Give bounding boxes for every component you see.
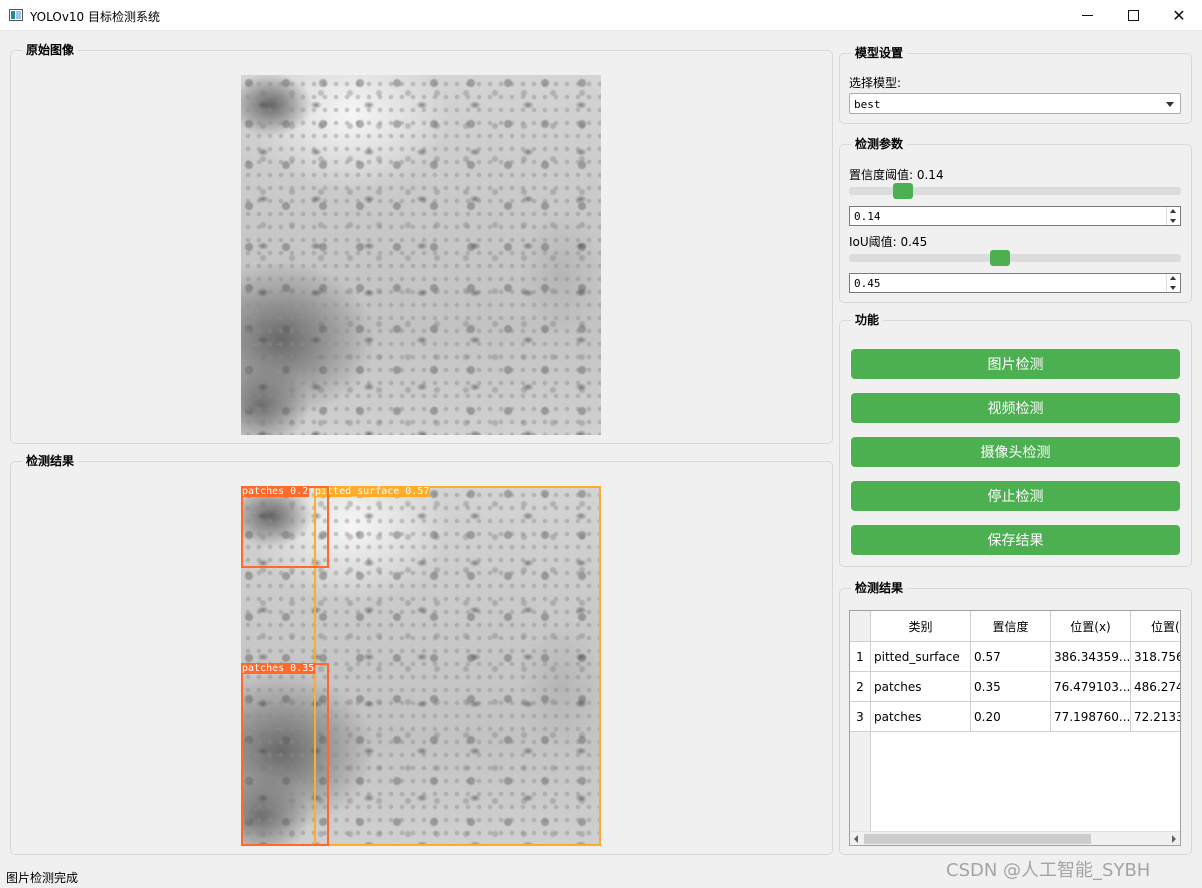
- spin-down-icon[interactable]: [1170, 219, 1176, 223]
- iou-slider[interactable]: [849, 254, 1181, 262]
- model-select-value: best: [854, 98, 881, 111]
- chevron-down-icon: [1166, 102, 1174, 107]
- camera-detect-button[interactable]: 摄像头检测: [851, 437, 1180, 467]
- confidence-slider-handle[interactable]: [893, 183, 913, 199]
- table-cell-x[interactable]: 76.479103...: [1051, 672, 1131, 702]
- table-cell-class[interactable]: patches: [871, 702, 971, 732]
- table-cell-class[interactable]: pitted_surface: [871, 642, 971, 672]
- iou-slider-handle[interactable]: [990, 250, 1010, 266]
- original-image-title: 原始图像: [22, 43, 79, 58]
- iou-spinbox[interactable]: 0.45: [849, 273, 1181, 293]
- bbox-patches-bottom: patches 0.35: [241, 663, 329, 846]
- confidence-spinbox-value: 0.14: [854, 210, 881, 223]
- table-cell-class[interactable]: patches: [871, 672, 971, 702]
- table-cell-confidence[interactable]: 0.35: [971, 672, 1051, 702]
- scroll-right-icon[interactable]: [1172, 835, 1176, 843]
- model-select[interactable]: best: [849, 93, 1181, 114]
- model-settings-title: 模型设置: [851, 46, 908, 61]
- bbox-label: pitted_surface 0.57: [314, 486, 431, 497]
- original-image-panel: 原始图像: [10, 43, 833, 444]
- column-header-confidence[interactable]: 置信度: [971, 611, 1051, 642]
- status-text: 图片检测完成: [6, 871, 79, 885]
- window-title: YOLOv10 目标检测系统: [30, 10, 161, 24]
- spin-up-icon[interactable]: [1170, 276, 1176, 280]
- maximize-button[interactable]: [1110, 0, 1156, 31]
- column-header-y[interactable]: 位置(y: [1131, 611, 1180, 642]
- detection-result-panel: 检测结果 pitted_surface 0.57 patches 0.2 pat…: [10, 454, 833, 855]
- table-cell-y[interactable]: 72.21333: [1131, 702, 1180, 732]
- results-table-title: 检测结果: [851, 581, 908, 596]
- close-icon: ✕: [1172, 6, 1186, 25]
- iou-spinbox-value: 0.45: [854, 277, 881, 290]
- table-cell-y[interactable]: 486.2747: [1131, 672, 1180, 702]
- iou-label: IoU阈值: 0.45: [849, 235, 928, 249]
- confidence-label: 置信度阈值: 0.14: [849, 168, 944, 182]
- scroll-left-icon[interactable]: [854, 835, 858, 843]
- row-number[interactable]: 3: [850, 702, 871, 732]
- image-detect-button[interactable]: 图片检测: [851, 349, 1180, 379]
- close-button[interactable]: ✕: [1156, 0, 1202, 31]
- confidence-spinbox[interactable]: 0.14: [849, 206, 1181, 226]
- confidence-spin-buttons[interactable]: [1166, 207, 1180, 225]
- column-header-x[interactable]: 位置(x): [1051, 611, 1131, 642]
- save-results-button[interactable]: 保存结果: [851, 525, 1180, 555]
- row-header-gutter: [850, 732, 871, 832]
- model-select-label: 选择模型:: [849, 76, 902, 90]
- bbox-patches-top: patches 0.2: [241, 486, 329, 568]
- stop-detect-button[interactable]: 停止检测: [851, 481, 1180, 511]
- row-number[interactable]: 1: [850, 642, 871, 672]
- video-detect-button[interactable]: 视频检测: [851, 393, 1180, 423]
- original-image: [241, 75, 601, 435]
- bbox-label: patches 0.35: [241, 663, 316, 674]
- result-image: pitted_surface 0.57 patches 0.2 patches …: [241, 486, 601, 846]
- detection-params-title: 检测参数: [851, 137, 908, 152]
- table-cell-x[interactable]: 77.198760...: [1051, 702, 1131, 732]
- detection-result-title: 检测结果: [22, 454, 79, 469]
- maximize-icon: [1127, 10, 1139, 21]
- table-cell-x[interactable]: 386.34359...: [1051, 642, 1131, 672]
- scrollbar-thumb[interactable]: [864, 834, 1091, 844]
- minimize-button[interactable]: [1064, 0, 1110, 31]
- bbox-pitted-surface: pitted_surface 0.57: [314, 486, 601, 846]
- table-cell-y[interactable]: 318.7565: [1131, 642, 1180, 672]
- horizontal-scrollbar[interactable]: [850, 831, 1180, 845]
- app-icon: [9, 9, 23, 21]
- bbox-label: patches 0.2: [241, 486, 310, 497]
- table-cell-confidence[interactable]: 0.20: [971, 702, 1051, 732]
- row-number[interactable]: 2: [850, 672, 871, 702]
- title-bar: YOLOv10 目标检测系统 ✕: [0, 0, 1202, 31]
- minimize-icon: [1081, 15, 1093, 16]
- results-table[interactable]: 类别 置信度 位置(x) 位置(y 1 pitted_surface 0.57 …: [849, 610, 1181, 846]
- texture-pits: [241, 75, 601, 435]
- functions-title: 功能: [851, 313, 884, 328]
- table-cell-confidence[interactable]: 0.57: [971, 642, 1051, 672]
- spin-up-icon[interactable]: [1170, 209, 1176, 213]
- table-corner[interactable]: [850, 611, 871, 642]
- iou-spin-buttons[interactable]: [1166, 274, 1180, 292]
- watermark: CSDN @人工智能_SYBH: [946, 860, 1151, 881]
- column-header-class[interactable]: 类别: [871, 611, 971, 642]
- spin-down-icon[interactable]: [1170, 286, 1176, 290]
